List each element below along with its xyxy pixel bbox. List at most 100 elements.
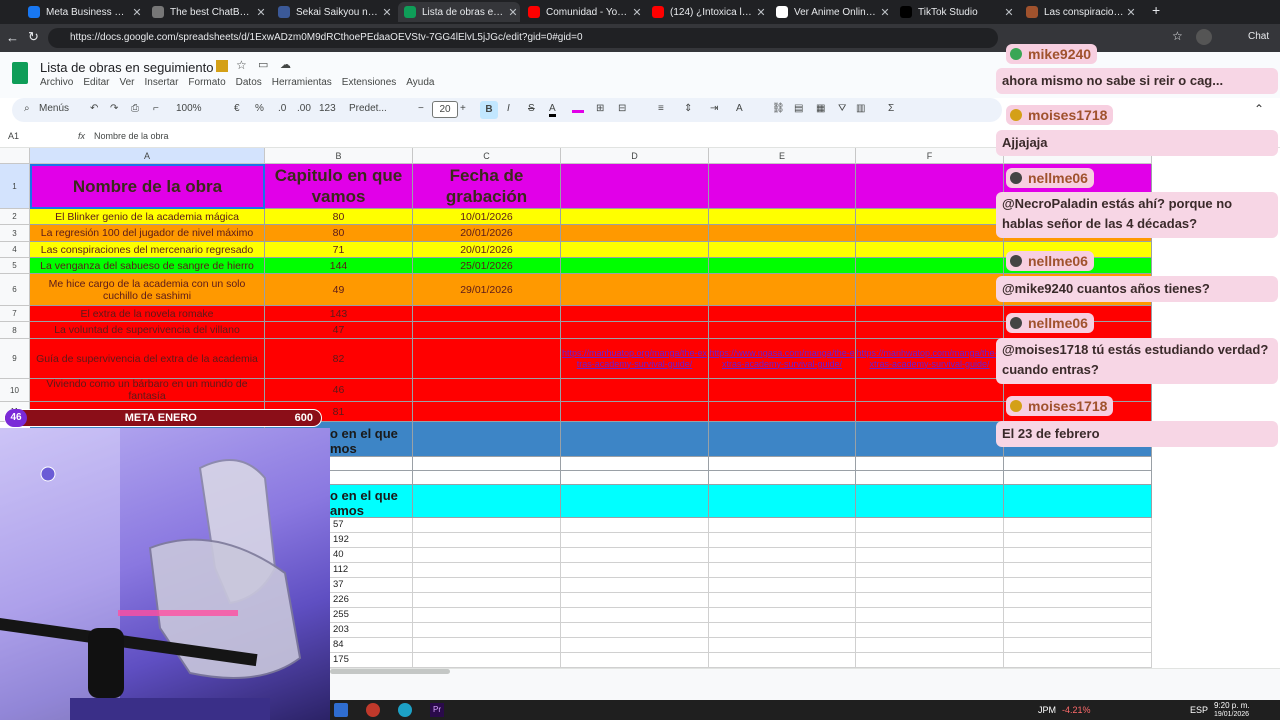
grid-cell[interactable] bbox=[561, 274, 709, 306]
tab-close-icon[interactable]: ✕ bbox=[254, 6, 268, 19]
wrap-icon[interactable]: ⇥ bbox=[710, 103, 718, 114]
link-icon[interactable]: ⛓ bbox=[772, 103, 785, 114]
grid-cell[interactable] bbox=[856, 306, 1004, 322]
italic-button[interactable]: I bbox=[507, 103, 510, 114]
grid-cell[interactable] bbox=[1004, 653, 1152, 668]
date-cell[interactable]: 20/01/2026 bbox=[413, 225, 561, 242]
header-cell-date[interactable]: Fecha de grabación bbox=[413, 164, 561, 209]
grid-cell[interactable] bbox=[561, 471, 709, 485]
work-name-cell[interactable]: El Blinker genio de la academia mágica bbox=[30, 209, 265, 225]
grid-cell[interactable] bbox=[561, 242, 709, 258]
row-header[interactable]: 4 bbox=[0, 242, 30, 258]
grid-cell[interactable] bbox=[709, 608, 856, 623]
app-icon-1[interactable] bbox=[334, 703, 348, 717]
column-header[interactable]: F bbox=[856, 148, 1004, 164]
grid-cell[interactable] bbox=[1004, 608, 1152, 623]
strikethrough-button[interactable]: S bbox=[528, 103, 535, 114]
grid-cell[interactable] bbox=[856, 471, 1004, 485]
chapter-cell[interactable]: 46 bbox=[265, 379, 413, 402]
work-name-cell[interactable]: El extra de la novela romake bbox=[30, 306, 265, 322]
grid-cell[interactable] bbox=[561, 225, 709, 242]
grid-cell[interactable] bbox=[856, 402, 1004, 422]
reload-icon[interactable]: ↻ bbox=[28, 29, 39, 45]
grid-cell[interactable] bbox=[1004, 548, 1152, 563]
grid-cell[interactable] bbox=[561, 306, 709, 322]
sheets-logo-icon[interactable] bbox=[12, 62, 28, 84]
zoom-select[interactable]: 100% bbox=[176, 103, 202, 114]
grid-cell[interactable] bbox=[856, 225, 1004, 242]
date-cell[interactable]: 25/01/2026 bbox=[413, 258, 561, 274]
tab-close-icon[interactable]: ✕ bbox=[506, 6, 520, 19]
font-size-minus-button[interactable]: − bbox=[418, 103, 424, 114]
cyan-band-cell[interactable] bbox=[856, 485, 1004, 518]
grid-cell[interactable] bbox=[413, 608, 561, 623]
menu-item[interactable]: Extensiones bbox=[342, 77, 396, 88]
redo-icon[interactable]: ↷ bbox=[110, 103, 118, 114]
number-format-button[interactable]: 123 bbox=[319, 103, 336, 114]
blue-band-cell[interactable] bbox=[709, 422, 856, 457]
grid-cell[interactable] bbox=[561, 608, 709, 623]
menu-item[interactable]: Datos bbox=[236, 77, 262, 88]
row-header[interactable]: 9 bbox=[0, 339, 30, 379]
currency-button[interactable]: € bbox=[234, 103, 240, 114]
text-color-button[interactable]: A bbox=[549, 103, 556, 117]
grid-cell[interactable] bbox=[709, 322, 856, 339]
menu-item[interactable]: Herramientas bbox=[272, 77, 332, 88]
grid-cell[interactable] bbox=[709, 209, 856, 225]
grid-cell[interactable] bbox=[1004, 533, 1152, 548]
stock-ticker[interactable]: JPM bbox=[1038, 705, 1056, 715]
premiere-icon[interactable]: Pr bbox=[430, 703, 444, 717]
grid-cell[interactable] bbox=[561, 593, 709, 608]
formula-input[interactable]: Nombre de la obra bbox=[94, 131, 169, 141]
browser-tab[interactable]: Ver Anime Online - todo✕ bbox=[770, 2, 892, 22]
row-header[interactable]: 5 bbox=[0, 258, 30, 274]
grid-cell[interactable] bbox=[561, 533, 709, 548]
grid-cell[interactable] bbox=[413, 578, 561, 593]
grid-cell[interactable] bbox=[856, 164, 1004, 209]
link-cell[interactable]: https://www.ngasa.com/manga/the-extras-a… bbox=[709, 339, 856, 379]
select-all-corner[interactable] bbox=[0, 148, 30, 164]
grid-cell[interactable] bbox=[709, 379, 856, 402]
grid-cell[interactable] bbox=[413, 593, 561, 608]
menu-item[interactable]: Archivo bbox=[40, 77, 73, 88]
borders-icon[interactable]: ⊞ bbox=[596, 103, 604, 114]
paint-format-icon[interactable]: ⌐ bbox=[153, 103, 159, 114]
column-header[interactable]: D bbox=[561, 148, 709, 164]
grid-cell[interactable] bbox=[561, 379, 709, 402]
column-header[interactable]: B bbox=[265, 148, 413, 164]
grid-cell[interactable] bbox=[561, 563, 709, 578]
cell-reference[interactable]: A1 bbox=[8, 131, 19, 141]
grid-cell[interactable] bbox=[856, 209, 1004, 225]
row-header[interactable]: 10 bbox=[0, 379, 30, 402]
bold-button[interactable]: B bbox=[480, 101, 498, 119]
undo-icon[interactable]: ↶ bbox=[90, 103, 98, 114]
grid-cell[interactable] bbox=[561, 578, 709, 593]
menu-item[interactable]: Ayuda bbox=[406, 77, 434, 88]
chapter-cell[interactable]: 82 bbox=[265, 339, 413, 379]
folder-icon[interactable]: ▭ bbox=[258, 58, 268, 71]
blue-band-cell[interactable] bbox=[856, 422, 1004, 457]
link-cell[interactable]: https://manhuatop.org/manga/the-extras-a… bbox=[561, 339, 709, 379]
blue-band-cell[interactable] bbox=[413, 422, 561, 457]
url-field[interactable]: https://docs.google.com/spreadsheets/d/1… bbox=[48, 28, 998, 48]
valign-icon[interactable]: ⇕ bbox=[684, 103, 692, 114]
work-name-cell[interactable]: La regresión 100 del jugador de nivel má… bbox=[30, 225, 265, 242]
cloud-icon[interactable]: ☁ bbox=[280, 58, 291, 71]
menu-item[interactable]: Insertar bbox=[145, 77, 179, 88]
grid-cell[interactable] bbox=[1004, 623, 1152, 638]
grid-cell[interactable] bbox=[561, 322, 709, 339]
tab-close-icon[interactable]: ✕ bbox=[878, 6, 892, 19]
grid-cell[interactable] bbox=[709, 548, 856, 563]
bookmark-star-icon[interactable]: ☆ bbox=[1172, 29, 1183, 43]
grid-cell[interactable] bbox=[709, 274, 856, 306]
browser-tab[interactable]: Meta Business Suite ✕ bbox=[22, 2, 144, 22]
row-header[interactable]: 8 bbox=[0, 322, 30, 339]
horizontal-scrollbar[interactable] bbox=[330, 669, 450, 674]
date-cell[interactable] bbox=[413, 306, 561, 322]
grid-cell[interactable] bbox=[709, 518, 856, 533]
column-header[interactable]: A bbox=[30, 148, 265, 164]
chapter-cell[interactable]: 47 bbox=[265, 322, 413, 339]
search-icon[interactable]: ⌕ bbox=[24, 103, 30, 114]
percent-button[interactable]: % bbox=[255, 103, 264, 114]
increase-decimal-button[interactable]: .00 bbox=[297, 103, 311, 114]
